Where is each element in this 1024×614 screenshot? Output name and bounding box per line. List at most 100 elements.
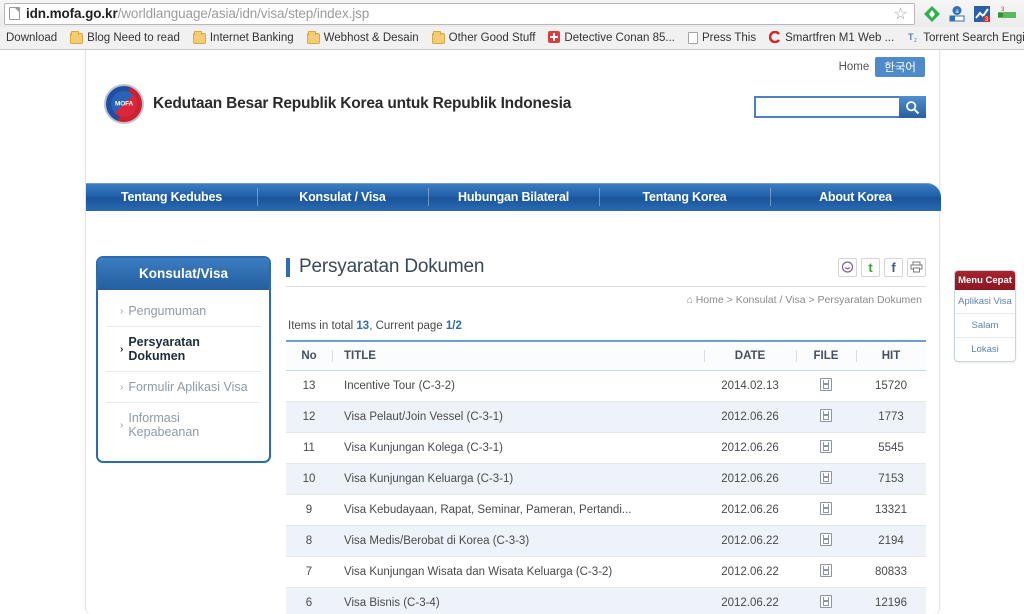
quick-menu-item-salam[interactable]: Salam bbox=[955, 314, 1015, 338]
twitter-icon[interactable]: t bbox=[861, 257, 880, 277]
sidebar-item-formulir-aplikasi-visa[interactable]: › Formulir Aplikasi Visa bbox=[106, 372, 261, 403]
sidebar-item-persyaratan-dokumen[interactable]: › Persyaratan Dokumen bbox=[106, 327, 261, 372]
table-row[interactable]: 8 Visa Medis/Berobat di Korea (C-3-3) 20… bbox=[286, 525, 926, 557]
row-file[interactable] bbox=[796, 401, 856, 433]
search-button[interactable] bbox=[899, 96, 926, 118]
bookmark-item[interactable]: Download bbox=[2, 31, 61, 45]
home-link[interactable]: Home bbox=[839, 61, 870, 73]
quick-menu-item-aplikasi-visa[interactable]: Aplikasi Visa bbox=[955, 290, 1015, 314]
attachment-icon[interactable] bbox=[820, 595, 832, 608]
item-count-status: Items in total 13, Current page 1/2 bbox=[286, 306, 926, 340]
row-file[interactable] bbox=[796, 494, 856, 526]
page-container: Home 한국어 Kedutaan Besar Republik Korea u… bbox=[85, 50, 941, 614]
attachment-icon[interactable] bbox=[820, 502, 832, 515]
sidebar-item-informasi-kepabeanan[interactable]: › Informasi Kepabeanan bbox=[106, 403, 261, 447]
bookmark-item[interactable]: Tz Torrent Search Engine bbox=[903, 30, 1024, 47]
row-title[interactable]: Visa Bisnis (C-3-4) bbox=[332, 587, 704, 614]
green-extension-icon[interactable]: 3 bbox=[998, 5, 1016, 23]
row-no: 10 bbox=[286, 463, 332, 495]
bookmark-item[interactable]: Other Good Stuff bbox=[428, 30, 540, 45]
sidebar-item-label: Formulir Aplikasi Visa bbox=[128, 380, 248, 394]
documents-table: No TITLE DATE FILE HIT 13 Incentive Tour… bbox=[286, 340, 926, 614]
bookmark-label: Other Good Stuff bbox=[448, 32, 536, 44]
table-row[interactable]: 11 Visa Kunjungan Kolega (C-3-1) 2012.06… bbox=[286, 432, 926, 464]
attachment-icon[interactable] bbox=[820, 471, 832, 484]
bookmark-item[interactable]: Detective Conan 85... bbox=[544, 30, 679, 47]
table-row[interactable]: 13 Incentive Tour (C-3-2) 2014.02.13 157… bbox=[286, 370, 926, 402]
quick-menu-item-lokasi[interactable]: Lokasi bbox=[955, 338, 1015, 361]
bookmark-item[interactable]: Press This bbox=[684, 31, 760, 45]
attachment-icon[interactable] bbox=[820, 378, 832, 391]
row-no: 11 bbox=[286, 432, 332, 464]
bookmark-item[interactable]: Webhost & Desain bbox=[303, 30, 423, 45]
main-navigation: Tentang Kedubes Konsulat / Visa Hubungan… bbox=[86, 183, 941, 211]
feedly-extension-icon[interactable] bbox=[923, 5, 941, 23]
table-row[interactable]: 10 Visa Kunjungan Keluarga (C-3-1) 2012.… bbox=[286, 463, 926, 495]
nav-item-konsulat-visa[interactable]: Konsulat / Visa bbox=[257, 183, 428, 211]
folder-icon bbox=[431, 30, 445, 44]
attachment-icon[interactable] bbox=[820, 533, 832, 546]
attachment-icon[interactable] bbox=[820, 409, 832, 422]
row-title[interactable]: Visa Medis/Berobat di Korea (C-3-3) bbox=[332, 525, 704, 557]
bookmark-item[interactable]: Blog Need to read bbox=[66, 30, 184, 45]
row-title[interactable]: Incentive Tour (C-3-2) bbox=[332, 370, 704, 402]
row-title[interactable]: Visa Kebudayaan, Rapat, Seminar, Pameran… bbox=[332, 494, 704, 526]
amazon-extension-icon[interactable]: a bbox=[948, 5, 966, 23]
row-file[interactable] bbox=[796, 463, 856, 495]
extension-icons: a 3 3 bbox=[915, 5, 1020, 23]
row-title[interactable]: Visa Kunjungan Keluarga (C-3-1) bbox=[332, 463, 704, 495]
address-bar[interactable]: idn.mofa.go.kr/worldlanguage/asia/idn/vi… bbox=[4, 2, 915, 25]
nav-item-about-korea[interactable]: About Korea bbox=[770, 183, 941, 211]
row-date: 2014.02.13 bbox=[704, 370, 796, 402]
row-file[interactable] bbox=[796, 556, 856, 588]
row-title[interactable]: Visa Kunjungan Wisata dan Wisata Keluarg… bbox=[332, 556, 704, 588]
row-file[interactable] bbox=[796, 587, 856, 614]
folder-icon bbox=[70, 30, 84, 44]
row-date: 2012.06.26 bbox=[704, 401, 796, 433]
search-input[interactable] bbox=[754, 96, 899, 118]
table-row[interactable]: 9 Visa Kebudayaan, Rapat, Seminar, Pamer… bbox=[286, 494, 926, 526]
breadcrumb: ⌂ Home > Konsulat / Visa > Persyaratan D… bbox=[686, 294, 922, 306]
nav-item-hubungan-bilateral[interactable]: Hubungan Bilateral bbox=[428, 183, 599, 211]
bookmark-star-icon[interactable]: ☆ bbox=[892, 6, 909, 23]
table-row[interactable]: 7 Visa Kunjungan Wisata dan Wisata Kelua… bbox=[286, 556, 926, 588]
row-title[interactable]: Visa Pelaut/Join Vessel (C-3-1) bbox=[332, 401, 704, 433]
attachment-icon[interactable] bbox=[820, 564, 832, 577]
nav-item-tentang-korea[interactable]: Tentang Korea bbox=[599, 183, 770, 211]
page-info-icon bbox=[9, 7, 20, 20]
bookmark-label: Blog Need to read bbox=[87, 32, 180, 44]
attachment-icon[interactable] bbox=[820, 440, 832, 453]
col-header-no: No bbox=[286, 340, 332, 371]
folder-icon bbox=[306, 30, 320, 44]
detective-conan-favicon bbox=[548, 30, 561, 46]
web-page: Home 한국어 Kedutaan Besar Republik Korea u… bbox=[0, 50, 1024, 614]
facebook-icon[interactable]: f bbox=[884, 257, 903, 277]
row-date: 2012.06.26 bbox=[704, 494, 796, 526]
bookmark-label: Download bbox=[6, 32, 58, 44]
sidebar-item-pengumuman[interactable]: › Pengumuman bbox=[106, 296, 261, 327]
chevron-right-icon: › bbox=[120, 419, 124, 431]
language-korean-button[interactable]: 한국어 bbox=[875, 57, 925, 77]
row-hit: 13321 bbox=[856, 494, 926, 526]
analytics-extension-icon[interactable]: 3 bbox=[973, 5, 991, 23]
row-date: 2012.06.22 bbox=[704, 556, 796, 588]
row-file[interactable] bbox=[796, 432, 856, 464]
row-file[interactable] bbox=[796, 525, 856, 557]
row-hit: 15720 bbox=[856, 370, 926, 402]
chevron-right-icon: › bbox=[120, 381, 124, 393]
table-row[interactable]: 6 Visa Bisnis (C-3-4) 2012.06.22 12196 bbox=[286, 587, 926, 614]
site-logo[interactable]: Kedutaan Besar Republik Korea untuk Repu… bbox=[104, 84, 571, 124]
table-row[interactable]: 12 Visa Pelaut/Join Vessel (C-3-1) 2012.… bbox=[286, 401, 926, 433]
count-mid: , Current page bbox=[369, 320, 446, 332]
bookmark-item[interactable]: Internet Banking bbox=[189, 30, 298, 45]
row-file[interactable] bbox=[796, 370, 856, 402]
row-title[interactable]: Visa Kunjungan Kolega (C-3-1) bbox=[332, 432, 704, 464]
smartfren-favicon bbox=[768, 30, 781, 46]
print-icon[interactable] bbox=[907, 257, 926, 277]
bookmark-item[interactable]: Smartfren M1 Web ... bbox=[765, 30, 898, 47]
bookmark-label: Detective Conan 85... bbox=[564, 32, 675, 44]
nav-item-tentang-kedubes[interactable]: Tentang Kedubes bbox=[86, 183, 257, 211]
document-icon bbox=[688, 32, 698, 44]
me2day-icon[interactable] bbox=[838, 257, 857, 277]
quick-menu: Menu Cepat Aplikasi Visa Salam Lokasi bbox=[954, 270, 1016, 362]
